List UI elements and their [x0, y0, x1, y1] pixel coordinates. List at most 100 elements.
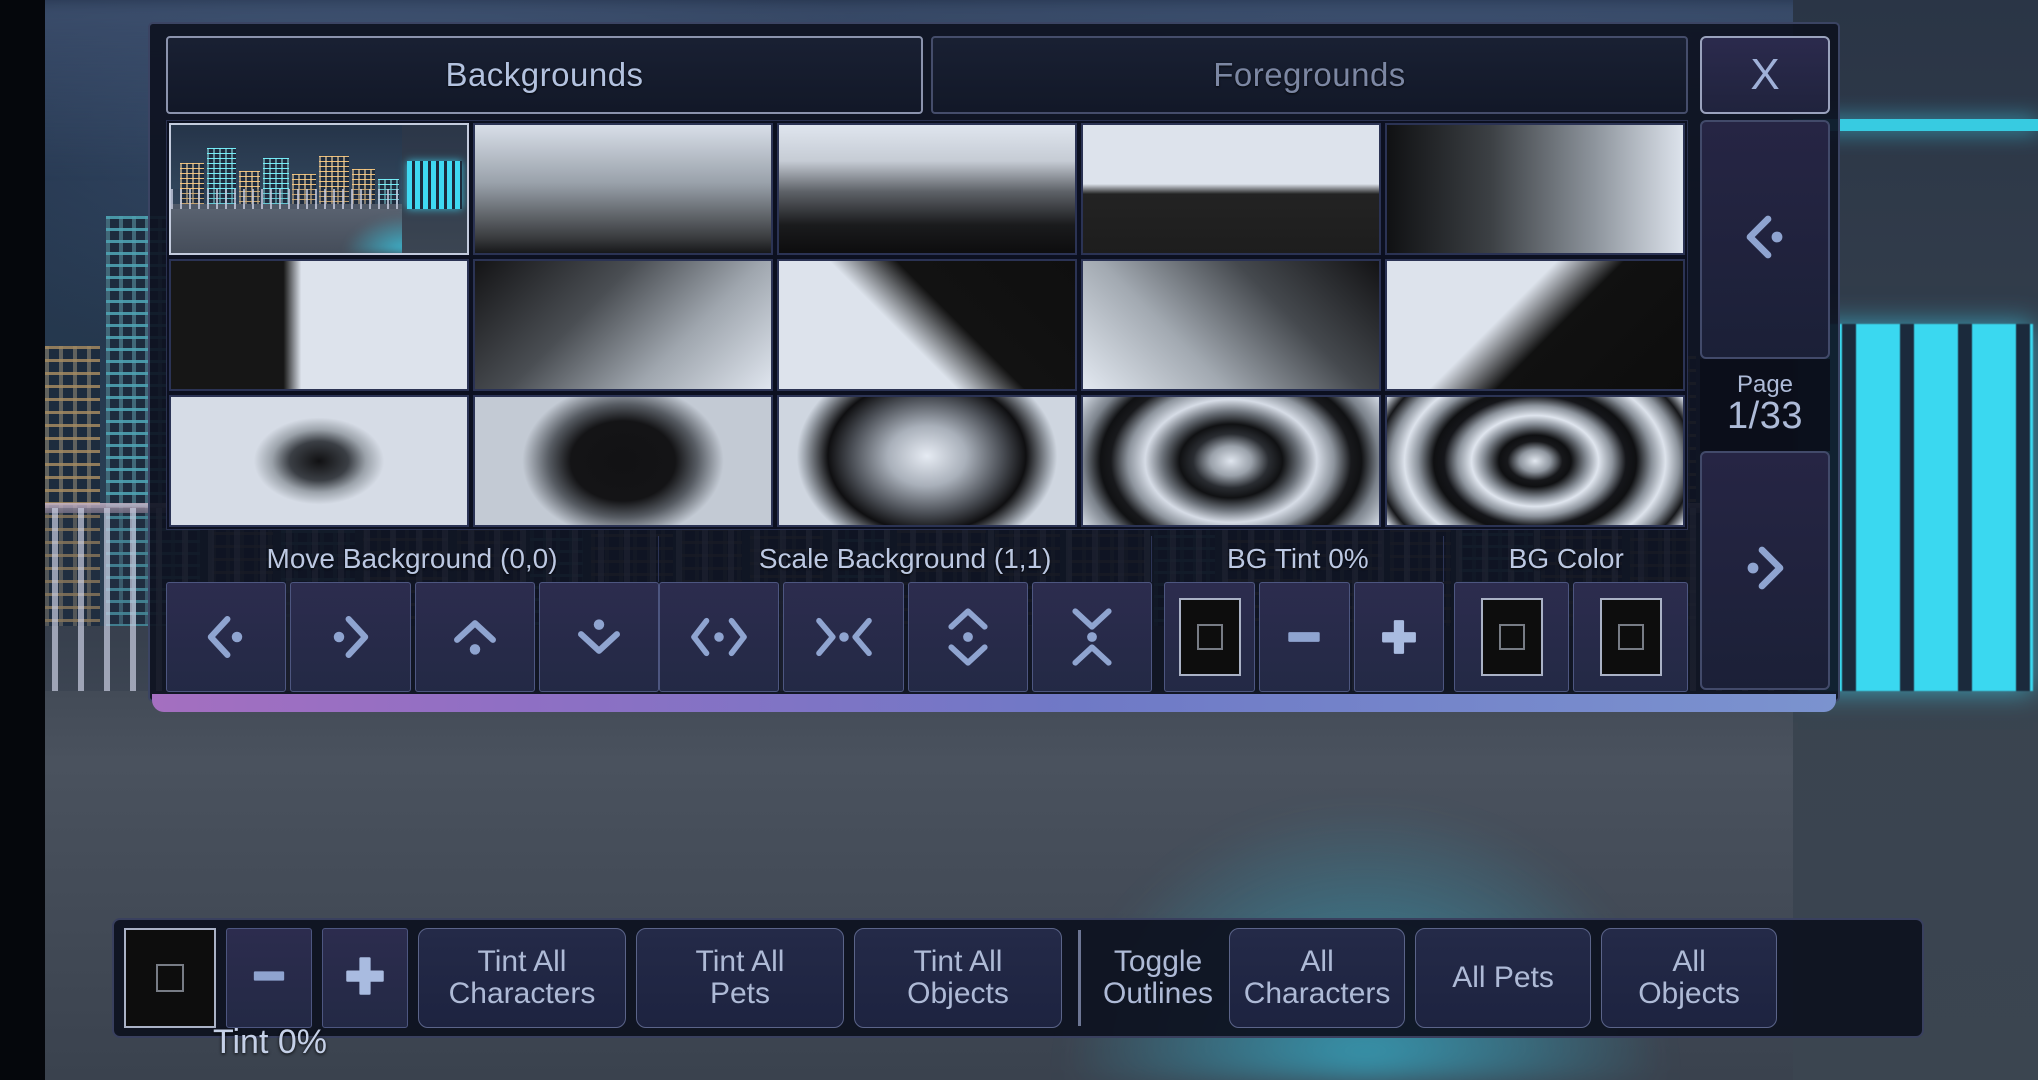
plus-icon: [335, 946, 395, 1011]
page-indicator: Page 1/33: [1700, 359, 1830, 451]
bg-color-group: [1444, 582, 1688, 692]
move-background-label: Move Background (0,0): [166, 536, 660, 582]
expand-horizontal-icon: [684, 604, 754, 670]
dot-chevron-down-icon: [566, 604, 632, 670]
move-right-button[interactable]: [290, 582, 411, 692]
thumbnail-art: [171, 397, 467, 525]
panel-sidebar: X Page 1/33: [1700, 36, 1830, 690]
contract-horizontal-icon: [809, 604, 879, 670]
scale-height-increase-button[interactable]: [907, 582, 1028, 692]
color-chip: [1178, 598, 1241, 676]
background-picker-panel: Backgrounds Foregrounds X Page 1/33 Move…: [148, 22, 1840, 712]
close-button[interactable]: X: [1700, 36, 1830, 114]
thumbnail-art: [779, 125, 1075, 253]
tint-all-pets-label: Tint All Pets: [695, 944, 785, 1010]
tab-backgrounds[interactable]: Backgrounds: [166, 36, 923, 114]
all-objects-button[interactable]: All Objects: [1601, 928, 1778, 1028]
control-buttons-row: [166, 582, 1688, 692]
thumbnail-art: [475, 261, 771, 389]
thumbnail-art: [1083, 125, 1379, 253]
tab-foregrounds-label: Foregrounds: [1213, 56, 1406, 93]
all-objects-label: All Objects: [1638, 944, 1740, 1010]
chevron-up-dot-icon: [442, 604, 508, 670]
thumbnail-gradient-diagonal[interactable]: [473, 259, 773, 391]
scale-height-decrease-button[interactable]: [1031, 582, 1153, 692]
control-group-labels: Move Background (0,0) Scale Background (…: [166, 536, 1688, 582]
bg-tint-decrease-button[interactable]: [1258, 582, 1350, 692]
scale-background-group: [659, 582, 1153, 692]
thumbnail-split-horizontal-hard[interactable]: [1081, 123, 1381, 255]
chip-inner-square: [1498, 624, 1525, 650]
tint-all-characters-button[interactable]: Tint All Characters: [418, 928, 626, 1028]
bg-tint-swatch[interactable]: [1164, 582, 1255, 692]
thumbnail-art: [1387, 125, 1683, 253]
thumbnail-art: [475, 125, 771, 253]
thumbnail-art: [779, 397, 1075, 525]
bg-tint-label: BG Tint 0%: [1152, 536, 1445, 582]
thumbnail-radial-dark-center-large[interactable]: [473, 395, 773, 527]
dot-chevron-right-icon: [1729, 532, 1801, 609]
dot-chevron-right-icon: [317, 604, 383, 670]
thumbnail-gradient-diagonal-reverse[interactable]: [1081, 259, 1381, 391]
minus-icon: [241, 948, 297, 1009]
all-pets-label: All Pets: [1452, 960, 1554, 994]
thumbnail-split-diagonal-up[interactable]: [777, 259, 1077, 391]
scale-width-increase-button[interactable]: [659, 582, 780, 692]
minus-icon: [1275, 608, 1333, 666]
tint-all-objects-button[interactable]: Tint All Objects: [854, 928, 1062, 1028]
thumbnail-art: [1387, 261, 1683, 389]
close-icon: X: [1750, 50, 1780, 99]
global-tint-decrease-button[interactable]: [226, 928, 312, 1028]
move-down-button[interactable]: [538, 582, 660, 692]
thumbnail-art: [1387, 397, 1683, 525]
background-thumbnail-grid[interactable]: [166, 120, 1688, 530]
thumbnail-art: [779, 261, 1075, 389]
tint-all-characters-label: Tint All Characters: [448, 944, 596, 1010]
toolbar-separator: [1078, 930, 1081, 1026]
move-up-button[interactable]: [414, 582, 535, 692]
move-background-group: [166, 582, 660, 692]
color-chip: [1599, 598, 1662, 676]
bottom-toolbar: Tint All Characters Tint All Pets Tint A…: [112, 918, 1924, 1038]
chip-inner-square: [1617, 624, 1644, 650]
thumbnail-art: [1083, 261, 1379, 389]
previous-page-button[interactable]: [1700, 120, 1830, 359]
panel-tabs: Backgrounds Foregrounds: [166, 36, 1688, 114]
all-pets-button[interactable]: All Pets: [1415, 928, 1592, 1028]
expand-vertical-icon: [935, 601, 1001, 673]
page-indicator-value: 1/33: [1727, 395, 1803, 438]
thumbnail-rings-three[interactable]: [1385, 395, 1685, 527]
thumbnail-gradient-vertical-soft[interactable]: [473, 123, 773, 255]
thumbnail-art: [1083, 397, 1379, 525]
bg-color-label: BG Color: [1508, 543, 1624, 574]
thumbnail-split-diagonal-down[interactable]: [1385, 259, 1685, 391]
plus-icon: [1370, 608, 1428, 666]
thumbnail-gradient-horizontal[interactable]: [1385, 123, 1685, 255]
tab-foregrounds[interactable]: Foregrounds: [931, 36, 1688, 114]
thumbnail-radial-dark-center-small[interactable]: [169, 395, 469, 527]
global-tint-swatch[interactable]: [124, 928, 216, 1028]
scale-background-label: Scale Background (1,1): [659, 536, 1153, 582]
thumbnail-rings-two[interactable]: [1081, 395, 1381, 527]
scale-width-decrease-button[interactable]: [783, 582, 904, 692]
contract-vertical-icon: [1059, 601, 1125, 673]
bg-color-swatch-2[interactable]: [1573, 582, 1688, 692]
thumbnail-split-vertical-hard[interactable]: [169, 259, 469, 391]
tab-backgrounds-label: Backgrounds: [445, 56, 644, 93]
chevron-left-dot-icon: [1729, 201, 1801, 278]
toggle-outlines-label: Toggle Outlines: [1103, 944, 1214, 1010]
bg-color-swatch-1[interactable]: [1454, 582, 1570, 692]
tint-all-pets-button[interactable]: Tint All Pets: [636, 928, 844, 1028]
thumbnail-art: [475, 397, 771, 525]
chip-inner-square: [156, 964, 184, 992]
thumbnail-radial-light-center-ring[interactable]: [777, 395, 1077, 527]
thumbnail-gradient-vertical-sharp[interactable]: [777, 123, 1077, 255]
mini-right-wall: [401, 125, 467, 253]
next-page-button[interactable]: [1700, 451, 1830, 690]
page-indicator-label: Page: [1736, 371, 1794, 399]
thumbnail-city-rooftop-night[interactable]: [169, 123, 469, 255]
move-left-button[interactable]: [166, 582, 287, 692]
global-tint-increase-button[interactable]: [322, 928, 408, 1028]
all-characters-button[interactable]: All Characters: [1229, 928, 1406, 1028]
bg-tint-increase-button[interactable]: [1353, 582, 1445, 692]
